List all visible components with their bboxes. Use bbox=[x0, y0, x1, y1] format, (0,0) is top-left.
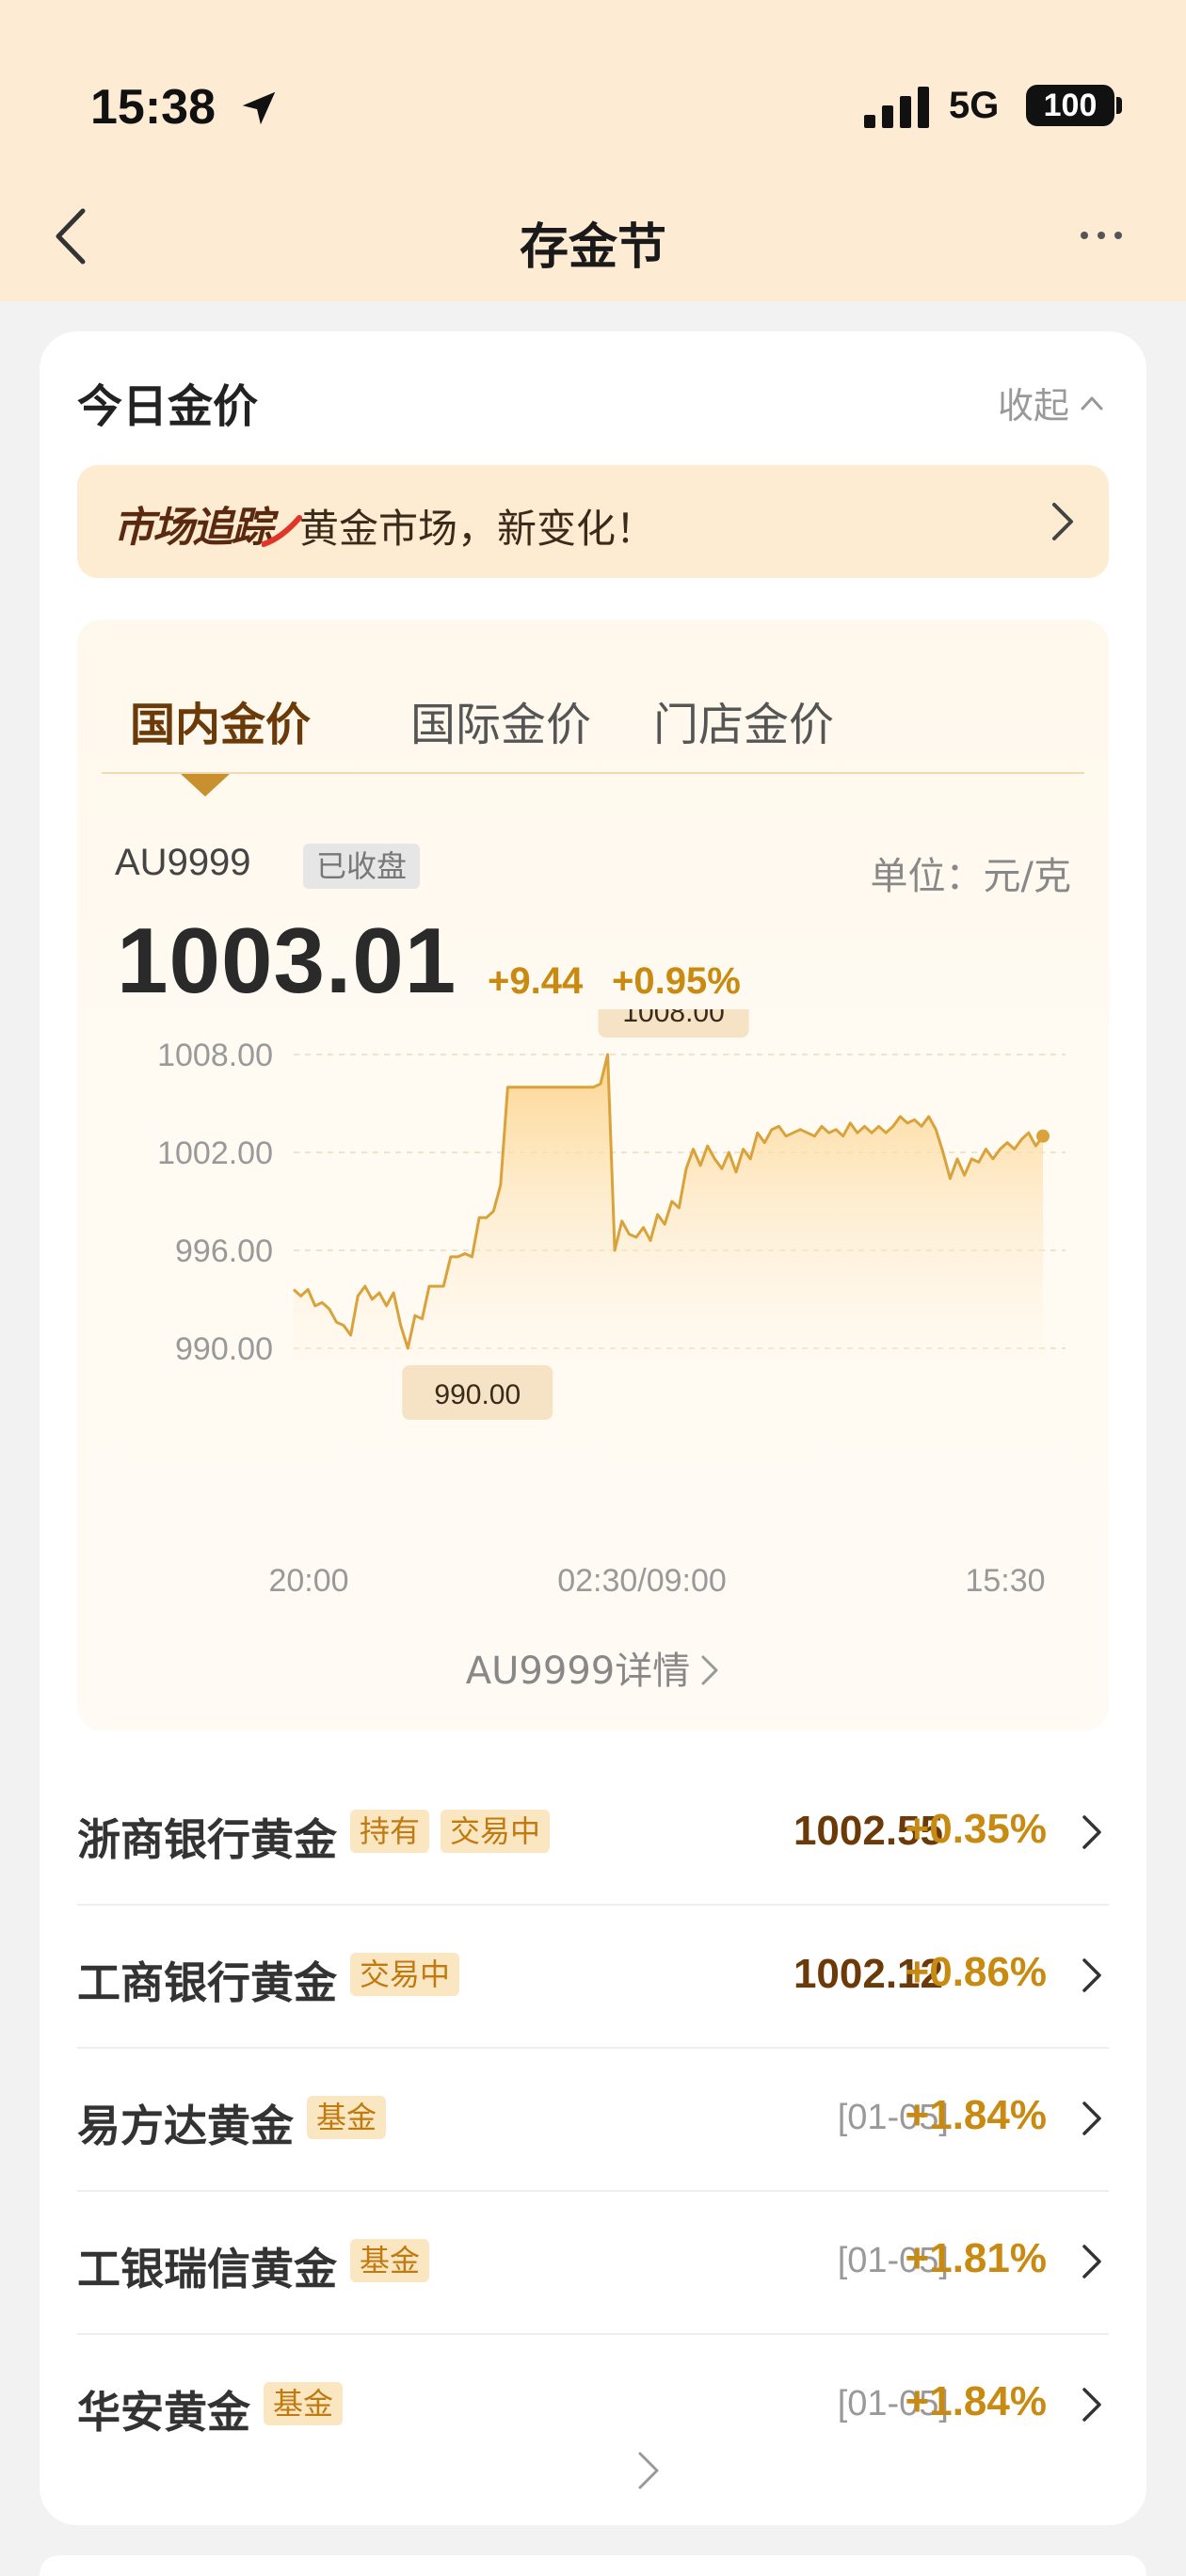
quote-symbol: AU9999 bbox=[115, 842, 251, 883]
tab-active-indicator bbox=[181, 774, 230, 797]
product-list: 浙商银行黄金 持有 交易中 1002.55 +0.35% 工商银行黄金 交易中 1002.12… bbox=[77, 1763, 1109, 2478]
nav-bar: 存金节 bbox=[0, 188, 1186, 282]
battery-icon: 100 bbox=[1026, 85, 1114, 126]
product-row[interactable]: 易方达黄金 基金 [01-05] +1.84% bbox=[77, 2049, 1109, 2192]
max-price-label: 1008.00 bbox=[598, 1009, 749, 1038]
price-chart[interactable]: 1008.00 1002.00 996.00 990.00 20:00 02:30/09… bbox=[77, 1009, 1109, 1631]
x-tick-label: 20:00 bbox=[268, 1563, 348, 1599]
show-more-chevron-icon[interactable] bbox=[636, 2450, 661, 2491]
product-change-percent: +1.84% bbox=[905, 2378, 1047, 2424]
price-tabs: 国内金价 国际金价 门店金价 bbox=[77, 620, 1109, 797]
market-tracking-banner[interactable]: 市场追踪 黄金市场，新变化！ bbox=[77, 465, 1109, 578]
product-row[interactable]: 工银瑞信黄金 基金 [01-05] +1.81% bbox=[77, 2192, 1109, 2335]
battery-nub bbox=[1116, 97, 1122, 114]
collapse-label: 收起 bbox=[997, 385, 1069, 427]
chevron-right-icon bbox=[1082, 2245, 1101, 2278]
page-title: 存金节 bbox=[519, 219, 666, 276]
x-tick-label: 02:30/09:00 bbox=[557, 1563, 727, 1599]
product-tags: 基金 bbox=[264, 2382, 344, 2425]
x-tick-label: 15:30 bbox=[965, 1563, 1045, 1599]
chevron-right-icon bbox=[1052, 503, 1073, 540]
price-area bbox=[294, 1055, 1043, 1358]
card-title: 今日金价 bbox=[77, 380, 259, 433]
product-tags: 持有 交易中 bbox=[350, 1810, 551, 1853]
banner-text: 黄金市场，新变化！ bbox=[299, 506, 656, 552]
product-tag: 交易中 bbox=[350, 1953, 460, 1996]
product-name: 工银瑞信黄金 bbox=[77, 2244, 337, 2294]
price-panel: 国内金价 国际金价 门店金价 AU9999 已收盘 单位：元/克 1003.01… bbox=[77, 620, 1109, 1731]
svg-text:990.00: 990.00 bbox=[434, 1379, 521, 1410]
tab-divider bbox=[102, 772, 1084, 774]
min-price-label: 990.00 bbox=[402, 1365, 553, 1420]
y-tick-label: 990.00 bbox=[175, 1331, 273, 1367]
product-row[interactable]: 浙商银行黄金 持有 交易中 1002.55 +0.35% bbox=[77, 1763, 1109, 1906]
chevron-right-icon bbox=[1082, 2101, 1101, 2135]
more-icon[interactable] bbox=[1079, 226, 1124, 245]
product-tags: 基金 bbox=[350, 2239, 430, 2282]
price-unit: 单位：元/克 bbox=[870, 855, 1071, 898]
product-tags: 交易中 bbox=[350, 1953, 460, 1996]
product-row[interactable]: 工商银行黄金 交易中 1002.12 +0.86% bbox=[77, 1906, 1109, 2049]
product-row[interactable]: 华安黄金 基金 [01-05] +1.84% bbox=[77, 2335, 1109, 2478]
chevron-right-icon bbox=[1082, 1958, 1101, 1992]
product-tag: 交易中 bbox=[441, 1810, 551, 1853]
current-price: 1003.01 bbox=[117, 909, 457, 1012]
next-card-edge bbox=[40, 2555, 1146, 2576]
product-name: 工商银行黄金 bbox=[77, 1957, 337, 2008]
collapse-button[interactable]: 收起 bbox=[998, 377, 1105, 428]
tab-international[interactable]: 国际金价 bbox=[410, 687, 591, 753]
product-name: 华安黄金 bbox=[77, 2387, 250, 2438]
product-change-percent: +1.81% bbox=[905, 2235, 1047, 2281]
svg-text:1008.00: 1008.00 bbox=[622, 1009, 724, 1028]
product-tag: 基金 bbox=[350, 2239, 430, 2282]
network-type: 5G bbox=[949, 85, 1000, 126]
signal-icon bbox=[864, 87, 929, 128]
product-tag: 基金 bbox=[264, 2382, 344, 2425]
last-price-dot bbox=[1036, 1129, 1050, 1143]
y-tick-label: 996.00 bbox=[175, 1233, 273, 1269]
detail-link-label: AU9999详情 bbox=[465, 1650, 691, 1693]
status-bar: 15:38 5G 100 bbox=[0, 66, 1186, 151]
product-tag: 持有 bbox=[350, 1810, 430, 1853]
price-change: +9.44 bbox=[488, 960, 584, 1002]
banner-brand-logo: 市场追踪 bbox=[113, 504, 273, 552]
chevron-right-icon bbox=[701, 1655, 718, 1685]
market-status-badge: 已收盘 bbox=[303, 844, 421, 889]
price-change-percent: +0.95% bbox=[612, 960, 741, 1002]
product-tag: 基金 bbox=[307, 2096, 387, 2139]
product-name: 易方达黄金 bbox=[77, 2101, 294, 2151]
product-change-percent: +1.84% bbox=[905, 2092, 1047, 2138]
product-change-percent: +0.86% bbox=[905, 1949, 1047, 1995]
chevron-right-icon bbox=[1082, 1815, 1101, 1849]
product-name: 浙商银行黄金 bbox=[77, 1814, 337, 1865]
au9999-detail-link[interactable]: AU9999详情 bbox=[77, 1640, 1109, 1695]
location-arrow-icon bbox=[242, 91, 276, 125]
chevron-up-icon bbox=[1081, 396, 1103, 410]
y-tick-label: 1008.00 bbox=[157, 1038, 273, 1073]
tab-store[interactable]: 门店金价 bbox=[653, 687, 834, 753]
status-time: 15:38 bbox=[90, 80, 216, 135]
chevron-right-icon bbox=[1082, 2388, 1101, 2422]
tab-domestic[interactable]: 国内金价 bbox=[130, 687, 311, 753]
product-change-percent: +0.35% bbox=[905, 1806, 1047, 1852]
product-tags: 基金 bbox=[307, 2096, 387, 2139]
y-tick-label: 1002.00 bbox=[157, 1135, 273, 1171]
